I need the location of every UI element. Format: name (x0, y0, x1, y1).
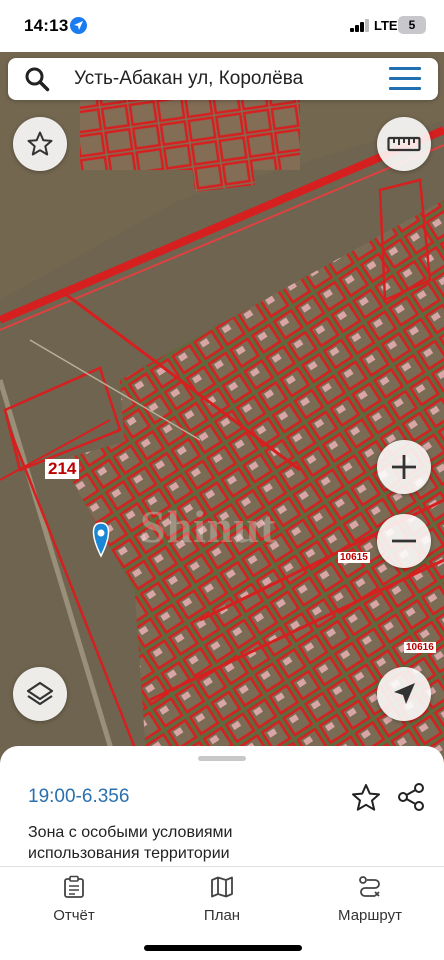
star-icon (27, 131, 53, 156)
ruler-icon (387, 136, 421, 152)
layers-button[interactable] (13, 667, 67, 721)
location-arrow-icon (70, 17, 87, 34)
clipboard-icon (64, 875, 84, 898)
nav-plan-label: План (203, 907, 241, 924)
parcel-label: 214 (45, 459, 80, 479)
status-bar: 14:13 LTE 5 (0, 0, 444, 52)
home-indicator[interactable] (144, 945, 302, 951)
navigation-arrow-icon (394, 683, 415, 704)
route-icon (359, 876, 380, 897)
zone-description: Зона с особыми условиями использования т… (28, 824, 233, 862)
menu-icon[interactable] (389, 67, 421, 91)
signal-icon (350, 19, 370, 32)
favorites-button[interactable] (13, 117, 67, 171)
search-input[interactable]: Усть-Абакан ул, Королёва (74, 68, 303, 90)
plus-icon (392, 455, 416, 479)
nav-route[interactable]: Маршрут (310, 875, 430, 924)
ruler-button[interactable] (377, 117, 431, 171)
info-panel: 19:00-6.356 Зона с особыми условиями исп… (0, 746, 444, 866)
nav-route-label: Маршрут (338, 907, 402, 924)
cadastral-label: 10616 (404, 642, 436, 653)
minus-icon (392, 539, 416, 543)
nav-report-label: Отчёт (53, 907, 95, 924)
nav-plan[interactable]: План (162, 875, 282, 924)
zoom-in-button[interactable] (377, 440, 431, 494)
search-icon[interactable] (24, 66, 50, 92)
cadastral-label: 10615 (338, 552, 370, 563)
watermark: Shinut (140, 501, 277, 552)
battery-icon: 5 (398, 16, 426, 34)
network-type: LTE (374, 18, 398, 33)
search-bar[interactable]: Усть-Абакан ул, Королёва (8, 58, 438, 100)
zone-code: 19:00-6.356 (28, 786, 130, 807)
zoom-out-button[interactable] (377, 514, 431, 568)
layers-icon (26, 681, 54, 706)
my-location-button[interactable] (377, 667, 431, 721)
status-time: 14:13 (24, 16, 69, 35)
star-icon[interactable] (350, 782, 382, 814)
map-icon (211, 876, 233, 898)
share-icon[interactable] (396, 782, 426, 812)
drag-handle[interactable] (198, 756, 246, 761)
nav-report[interactable]: Отчёт (14, 875, 134, 924)
